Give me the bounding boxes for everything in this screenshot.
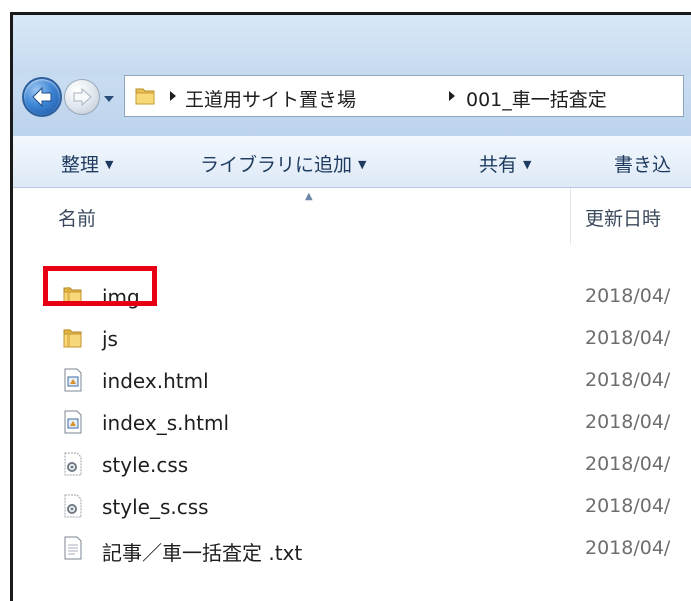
file-name: index_s.html [102,411,230,435]
html-file-icon [64,368,82,392]
sort-ascending-icon: ▲ [305,191,313,202]
file-name: img [102,285,140,309]
add-to-library-label: ライブラリに追加 [200,154,353,176]
list-item[interactable]: style_s.css 2018/04/ [13,486,691,528]
list-item[interactable]: 記事／車一括査定 .txt 2018/04/ [13,528,691,570]
chevron-down-icon: ▼ [523,158,532,171]
command-bar: 整理 ▼ ライブラリに追加 ▼ 共有 ▼ 書き込 [13,136,691,188]
css-file-icon [64,494,82,518]
column-header-row: 名前 ▲ 更新日時 [13,188,691,244]
list-item[interactable]: index_s.html 2018/04/ [13,402,691,444]
forward-arrow-icon [73,87,92,107]
list-item[interactable]: index.html 2018/04/ [13,360,691,402]
folder-icon [63,287,82,306]
file-date: 2018/04/ [585,411,671,433]
file-name: index.html [102,369,209,393]
file-name: 記事／車一括査定 .txt [102,541,303,565]
list-item[interactable]: js 2018/04/ [13,318,691,360]
breadcrumb-segment[interactable]: 王道用サイト置き場 [185,85,356,112]
recent-pages-dropdown-icon[interactable] [103,94,115,104]
title-bar [13,15,691,77]
organize-label: 整理 [61,154,100,176]
address-bar[interactable]: 王道用サイト置き場 001_車一括査定 [124,75,684,117]
file-name: js [102,327,118,351]
css-file-icon [64,452,82,476]
share-menu[interactable]: 共有 ▼ [479,150,531,177]
breadcrumb-separator-icon[interactable] [448,90,456,102]
list-item[interactable]: style.css 2018/04/ [13,444,691,486]
share-label: 共有 [479,154,518,176]
back-arrow-icon [32,86,52,108]
column-header-name[interactable]: 名前 [58,204,96,231]
back-button[interactable] [22,77,62,117]
chevron-down-icon: ▼ [105,158,114,171]
file-date: 2018/04/ [585,369,671,391]
breadcrumb-separator-icon[interactable] [169,90,177,102]
text-file-icon [64,536,82,560]
file-date: 2018/04/ [585,327,671,349]
chevron-down-icon: ▼ [358,158,367,171]
forward-button[interactable] [64,79,100,115]
folder-icon [135,88,155,105]
file-date: 2018/04/ [585,453,671,475]
file-name: style_s.css [102,495,209,519]
add-to-library-menu[interactable]: ライブラリに追加 ▼ [200,150,366,177]
file-date: 2018/04/ [585,495,671,517]
column-divider[interactable] [570,188,571,244]
organize-menu[interactable]: 整理 ▼ [61,150,113,177]
html-file-icon [64,410,82,434]
file-name: style.css [102,453,189,477]
burn-button[interactable]: 書き込 [614,150,671,177]
file-date: 2018/04/ [585,537,671,559]
list-item[interactable]: img 2018/04/ [13,276,691,318]
breadcrumb-segment[interactable]: 001_車一括査定 [466,85,607,112]
folder-icon [63,329,82,348]
file-date: 2018/04/ [585,285,671,307]
column-header-date-modified[interactable]: 更新日時 [585,204,661,231]
